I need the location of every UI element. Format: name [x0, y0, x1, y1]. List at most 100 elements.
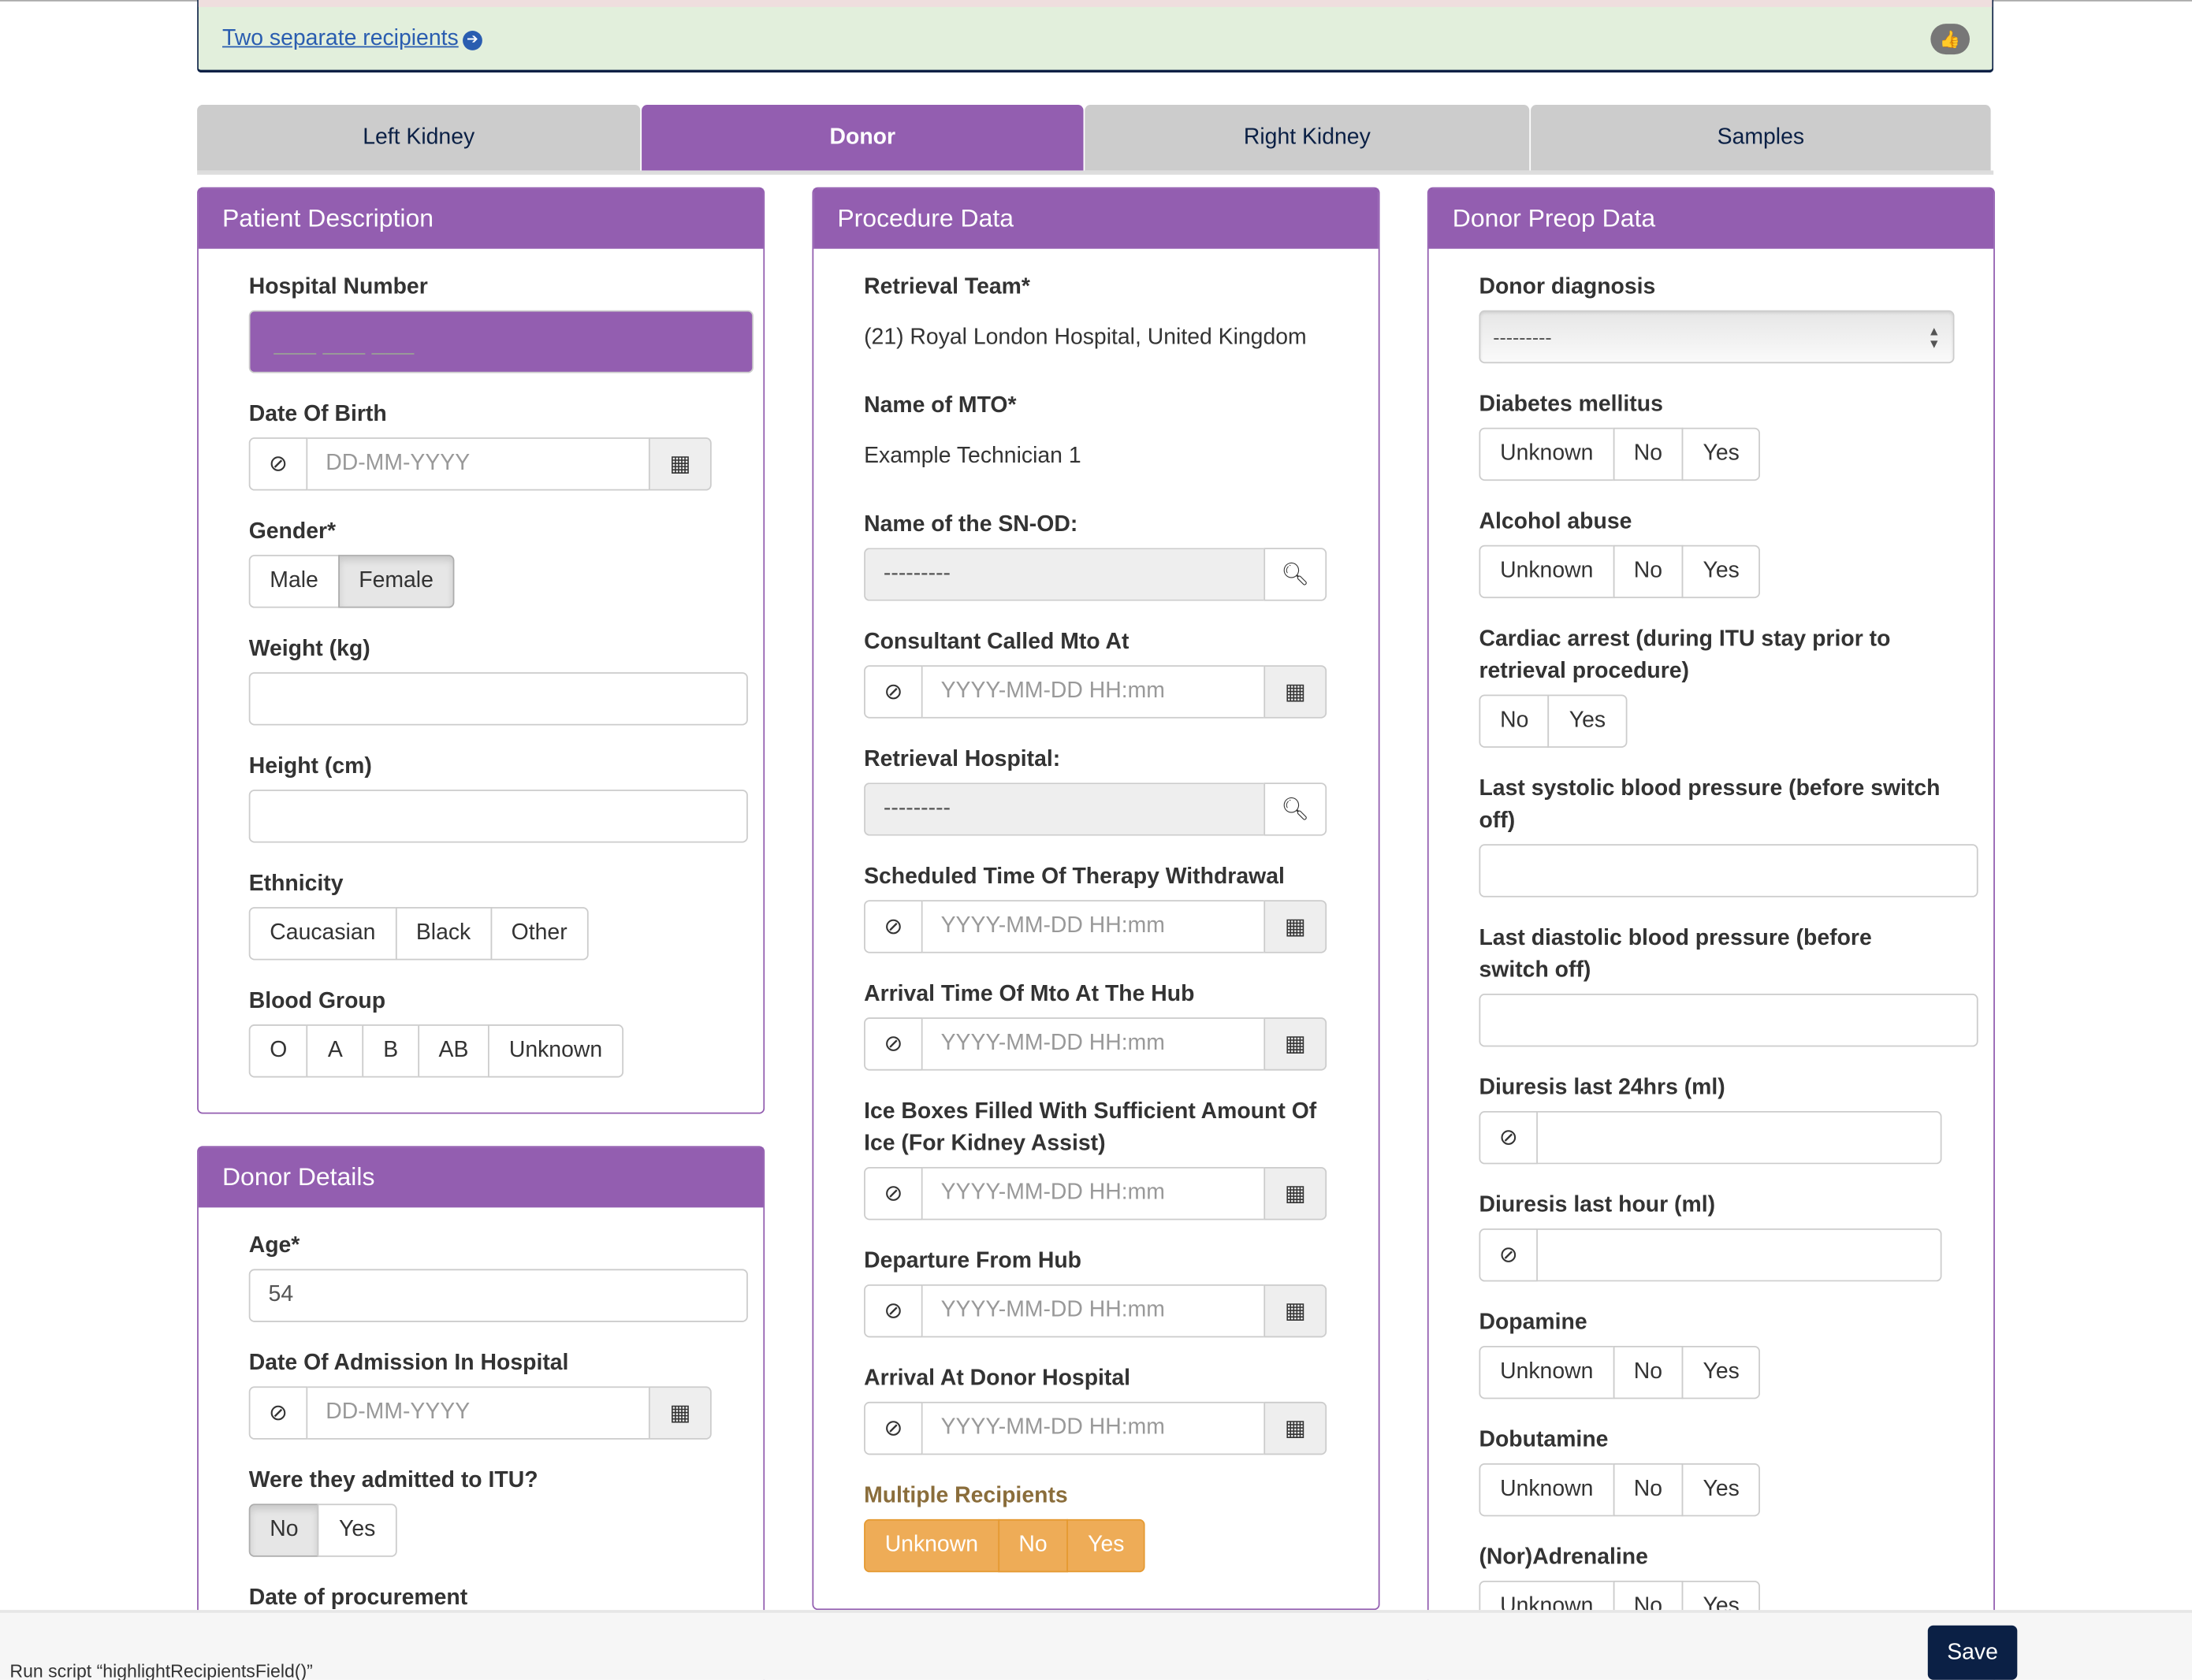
diuresis-last-24hrs-ml-input[interactable] — [1537, 1111, 1942, 1165]
clear-icon[interactable]: ⊘ — [864, 900, 923, 953]
option-yes[interactable]: Yes — [1681, 545, 1761, 599]
thumbs-up-icon[interactable]: 👍 — [1930, 24, 1971, 55]
date-of-birth-input[interactable]: DD-MM-YYYY — [307, 437, 649, 491]
field-retrieval-team: Retrieval Team* (21) Royal London Hospita… — [864, 271, 1328, 365]
option-black[interactable]: Black — [395, 907, 492, 961]
option-no[interactable]: No — [1613, 1345, 1684, 1399]
calendar-icon[interactable]: ▦ — [1263, 665, 1327, 719]
option-no[interactable]: No — [248, 1503, 320, 1557]
tab-bar: Left Kidney Donor Right Kidney Samples — [197, 105, 1994, 175]
option-no[interactable]: No — [997, 1518, 1069, 1573]
option-unknown[interactable]: Unknown — [488, 1024, 623, 1078]
field-label: Age* — [248, 1234, 300, 1258]
field-last-systolic-blood-pressure-before-switch-off: Last systolic blood pressure (before swi… — [1479, 773, 1978, 898]
field-age: Age* 54 — [248, 1230, 748, 1322]
ice-boxes-filled-with-sufficient-amount-of-ice-for-kidney-assist-input[interactable]: YYYY-MM-DD HH:mm — [922, 1166, 1264, 1221]
departure-from-hub-input[interactable]: YYYY-MM-DD HH:mm — [922, 1284, 1264, 1338]
arrival-at-donor-hospital-input[interactable]: YYYY-MM-DD HH:mm — [922, 1401, 1264, 1455]
clear-icon[interactable]: ⊘ — [864, 1401, 923, 1455]
field-label: Arrival At Donor Hospital — [864, 1366, 1131, 1391]
dopamine-button-group: Unknown No Yes — [1479, 1345, 1761, 1399]
option-yes[interactable]: Yes — [1681, 427, 1761, 481]
panel-body: Donor diagnosis --------- ▲ ▼ Diabetes melli… — [1429, 249, 1994, 1634]
date-of-admission-in-hospital-input[interactable]: DD-MM-YYYY — [307, 1386, 649, 1440]
donor-diagnosis-select[interactable]: --------- ▲ ▼ — [1479, 310, 1955, 364]
clear-icon[interactable]: ⊘ — [864, 1166, 923, 1221]
option-unknown[interactable]: Unknown — [864, 1518, 999, 1573]
clear-icon[interactable]: ⊘ — [1479, 1228, 1538, 1282]
age-input[interactable]: 54 — [248, 1269, 748, 1322]
option-no[interactable]: No — [1613, 1463, 1684, 1517]
panel-body: Hospital Number ___ ___ ___ Date Of Birth ⊘… — [199, 249, 764, 1078]
tab-right-kidney[interactable]: Right Kidney — [1085, 105, 1530, 171]
option-a[interactable]: A — [307, 1024, 364, 1078]
field-gender: Gender* Male Female — [248, 515, 713, 608]
calendar-icon[interactable]: ▦ — [1263, 1017, 1327, 1071]
consultant-called-mto-at-input[interactable]: YYYY-MM-DD HH:mm — [922, 665, 1264, 719]
option-no[interactable]: No — [1479, 694, 1550, 748]
blood-group-button-group: O A B AB Unknown — [248, 1024, 623, 1078]
option-other[interactable]: Other — [490, 907, 589, 961]
tab-samples[interactable]: Samples — [1531, 105, 1991, 171]
clear-icon[interactable]: ⊘ — [864, 1284, 923, 1338]
calendar-icon[interactable]: ▦ — [648, 437, 712, 491]
clear-icon[interactable]: ⊘ — [864, 665, 923, 719]
option-yes[interactable]: Yes — [1681, 1463, 1761, 1517]
calendar-icon[interactable]: ▦ — [648, 1386, 712, 1440]
field-scheduled-time-of-therapy-withdrawal: Scheduled Time Of Therapy Withdrawal ⊘ YYY… — [864, 861, 1328, 953]
hospital-number-input[interactable]: ___ ___ ___ — [248, 310, 754, 374]
tab-donor[interactable]: Donor — [642, 105, 1084, 171]
calendar-icon[interactable]: ▦ — [1263, 1401, 1327, 1455]
arrival-time-of-mto-at-the-hub-input[interactable]: YYYY-MM-DD HH:mm — [922, 1017, 1264, 1071]
option-no[interactable]: No — [1613, 427, 1684, 481]
clear-icon[interactable]: ⊘ — [864, 1017, 923, 1071]
diuresis-last-hour-ml-input[interactable] — [1537, 1228, 1942, 1282]
save-button[interactable]: Save — [1927, 1625, 2018, 1680]
field-label: Ice Boxes Filled With Sufficient Amount … — [864, 1099, 1317, 1156]
option-ab[interactable]: AB — [417, 1024, 490, 1078]
option-unknown[interactable]: Unknown — [1479, 1345, 1614, 1399]
option-caucasian[interactable]: Caucasian — [248, 907, 397, 961]
field-label: Consultant Called Mto At — [864, 630, 1129, 655]
search-icon[interactable]: 🔍︎ — [1263, 548, 1327, 601]
calendar-icon[interactable]: ▦ — [1263, 900, 1327, 953]
clear-icon[interactable]: ⊘ — [1479, 1111, 1538, 1165]
option-yes[interactable]: Yes — [318, 1503, 396, 1557]
name-of-mto-value: Example Technician 1 — [864, 444, 1081, 469]
field-ethnicity: Ethnicity Caucasian Black Other — [248, 868, 713, 961]
tab-left-kidney[interactable]: Left Kidney — [197, 105, 641, 171]
two-recipients-link[interactable]: Two separate recipients ➔ — [222, 27, 482, 52]
option-yes[interactable]: Yes — [1548, 694, 1627, 748]
panel-body: Retrieval Team* (21) Royal London Hospita… — [813, 249, 1379, 1573]
height-cm-input[interactable] — [248, 790, 748, 843]
option-unknown[interactable]: Unknown — [1479, 545, 1614, 599]
field-label: Arrival Time Of Mto At The Hub — [864, 982, 1195, 1006]
option-unknown[interactable]: Unknown — [1479, 427, 1614, 481]
retrieval-hospital-input[interactable]: --------- — [864, 782, 1264, 836]
last-systolic-blood-pressure-before-switch-off-input[interactable] — [1479, 844, 1978, 898]
field-label: (Nor)Adrenaline — [1479, 1545, 1648, 1570]
option-no[interactable]: No — [1613, 545, 1684, 599]
calendar-icon[interactable]: ▦ — [1263, 1166, 1327, 1221]
option-male[interactable]: Male — [248, 555, 340, 608]
option-unknown[interactable]: Unknown — [1479, 1463, 1614, 1517]
option-yes[interactable]: Yes — [1681, 1345, 1761, 1399]
scheduled-time-of-therapy-withdrawal-input[interactable]: YYYY-MM-DD HH:mm — [922, 900, 1264, 953]
arrow-circle-right-icon: ➔ — [463, 31, 482, 50]
last-diastolic-blood-pressure-before-switch-off-input[interactable] — [1479, 994, 1978, 1047]
name-of-the-sn-od-input[interactable]: --------- — [864, 548, 1264, 601]
option-female[interactable]: Female — [337, 555, 455, 608]
date-of-admission-in-hospital-input-group: ⊘ DD-MM-YYYY ▦ — [248, 1386, 712, 1440]
option-o[interactable]: O — [248, 1024, 308, 1078]
page: Two separate recipients ➔ 👍 Left Kidney Do… — [0, 0, 2192, 1680]
clear-icon[interactable]: ⊘ — [248, 437, 308, 491]
field-label: Height (cm) — [248, 754, 372, 779]
weight-kg-input[interactable] — [248, 672, 748, 726]
procedure-data-title: Procedure Data — [813, 188, 1379, 249]
option-b[interactable]: B — [362, 1024, 419, 1078]
calendar-icon[interactable]: ▦ — [1263, 1284, 1327, 1338]
search-icon[interactable]: 🔍︎ — [1263, 782, 1327, 836]
option-yes[interactable]: Yes — [1066, 1518, 1146, 1573]
field-hospital-number: Hospital Number ___ ___ ___ — [248, 271, 754, 374]
clear-icon[interactable]: ⊘ — [248, 1386, 308, 1440]
